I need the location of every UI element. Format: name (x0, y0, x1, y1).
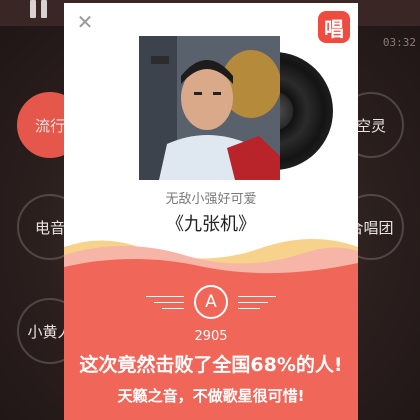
pause-icon[interactable] (28, 0, 48, 18)
singer-name: 无敌小强好可爱 (165, 192, 257, 207)
grade-badge: A (194, 285, 228, 319)
playback-time: 03:32 (382, 36, 416, 49)
result-text: 这次竟然击败了全国68%的人! (79, 354, 343, 376)
comment-text: 天籁之音，不做歌星很可惜! (117, 387, 305, 405)
decor-lines-left (146, 295, 184, 309)
decor-lines-right (238, 295, 276, 309)
cover-photo (139, 36, 280, 180)
grade-row: A (64, 285, 358, 319)
score: 2905 (194, 329, 228, 344)
app-logo: 唱 (318, 11, 350, 43)
result-card: ✕ 唱 无敌小强好可爱 《九张机》 A 2905 这次竟然击败了全国68%的人!… (64, 3, 358, 420)
close-icon[interactable]: ✕ (76, 12, 94, 32)
album-art (139, 36, 333, 180)
genre-label: 电音 (34, 218, 65, 237)
genre-label: 流行 (34, 116, 65, 135)
genre-label: 空灵 (355, 116, 386, 135)
